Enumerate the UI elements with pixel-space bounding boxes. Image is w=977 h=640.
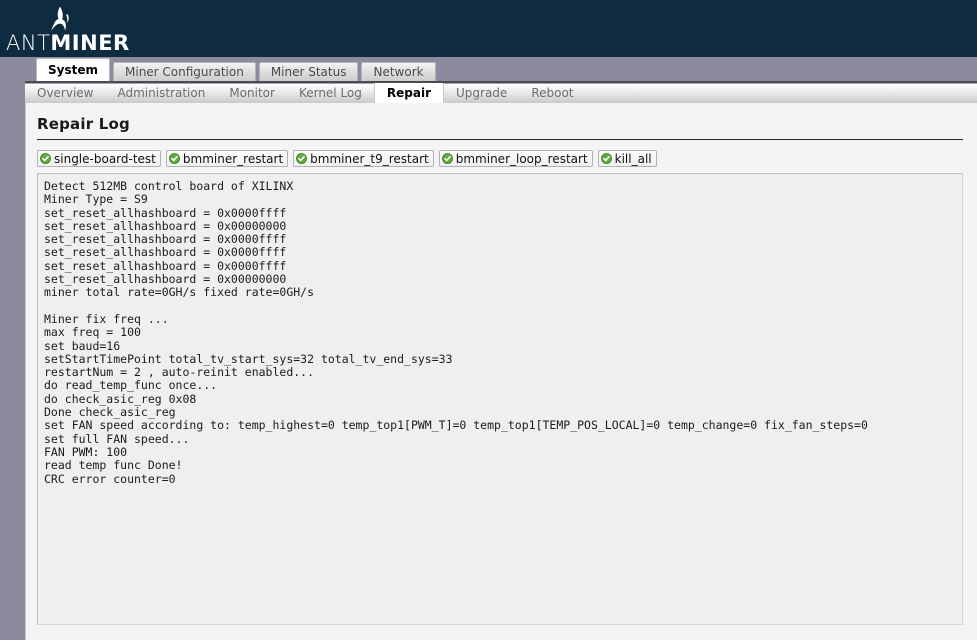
subtab-upgrade[interactable]: Upgrade [444,83,519,103]
logo-wordmark: ANTMINER [6,31,130,55]
tab-network[interactable]: Network [361,62,436,81]
page-header: ANTMINER [0,0,977,57]
button-label: bmminer_loop_restart [455,151,588,166]
left-side-strip [0,103,25,640]
tab-system[interactable]: System [36,58,110,81]
tab-miner-status[interactable]: Miner Status [258,62,359,81]
repair-log-output[interactable]: Detect 512MB control board of XILINX Min… [37,173,963,625]
button-label: bmminer_t9_restart [310,151,429,166]
sub-tab-bar-left-strip [0,81,25,103]
main-tab-bar: System Miner Configuration Miner Status … [0,57,977,81]
green-check-icon [40,153,51,164]
subtab-administration[interactable]: Administration [106,83,218,103]
content-panel: Repair Log single-board-test bmminer_res… [25,103,977,640]
bmminer-t9-restart-button[interactable]: bmminer_t9_restart [293,150,434,167]
button-label: bmminer_restart [182,151,284,166]
repair-action-buttons: single-board-test bmminer_restart bmmine… [37,150,662,167]
page-title: Repair Log [37,115,130,133]
green-check-icon [296,153,308,164]
logo-word-miner: MINER [50,31,130,55]
subtab-reboot[interactable]: Reboot [519,83,585,103]
logo-word-ant: ANT [6,31,51,55]
subtab-kernel-log[interactable]: Kernel Log [287,83,374,103]
title-divider [37,139,963,140]
button-label: single-board-test [54,151,156,166]
button-label: kill_all [614,151,652,166]
subtab-overview[interactable]: Overview [25,83,106,103]
tab-miner-configuration[interactable]: Miner Configuration [113,62,256,81]
subtab-monitor[interactable]: Monitor [217,83,287,103]
sub-tab-bar: Overview Administration Monitor Kernel L… [0,81,977,103]
green-check-icon [441,153,453,164]
ant-logo-icon [51,7,69,31]
single-board-test-button[interactable]: single-board-test [37,150,161,167]
repair-log-text: Detect 512MB control board of XILINX Min… [44,179,868,486]
antminer-logo: ANTMINER [6,4,129,55]
footer-band [25,626,977,640]
kill-all-button[interactable]: kill_all [597,150,657,167]
bmminer-loop-restart-button[interactable]: bmminer_loop_restart [438,150,593,167]
subtab-repair[interactable]: Repair [373,83,444,103]
green-check-icon [168,153,180,164]
bmminer-restart-button[interactable]: bmminer_restart [165,150,289,167]
green-check-icon [600,153,612,164]
antminer-web-ui: ANTMINER System Miner Configuration Mine… [0,0,977,640]
